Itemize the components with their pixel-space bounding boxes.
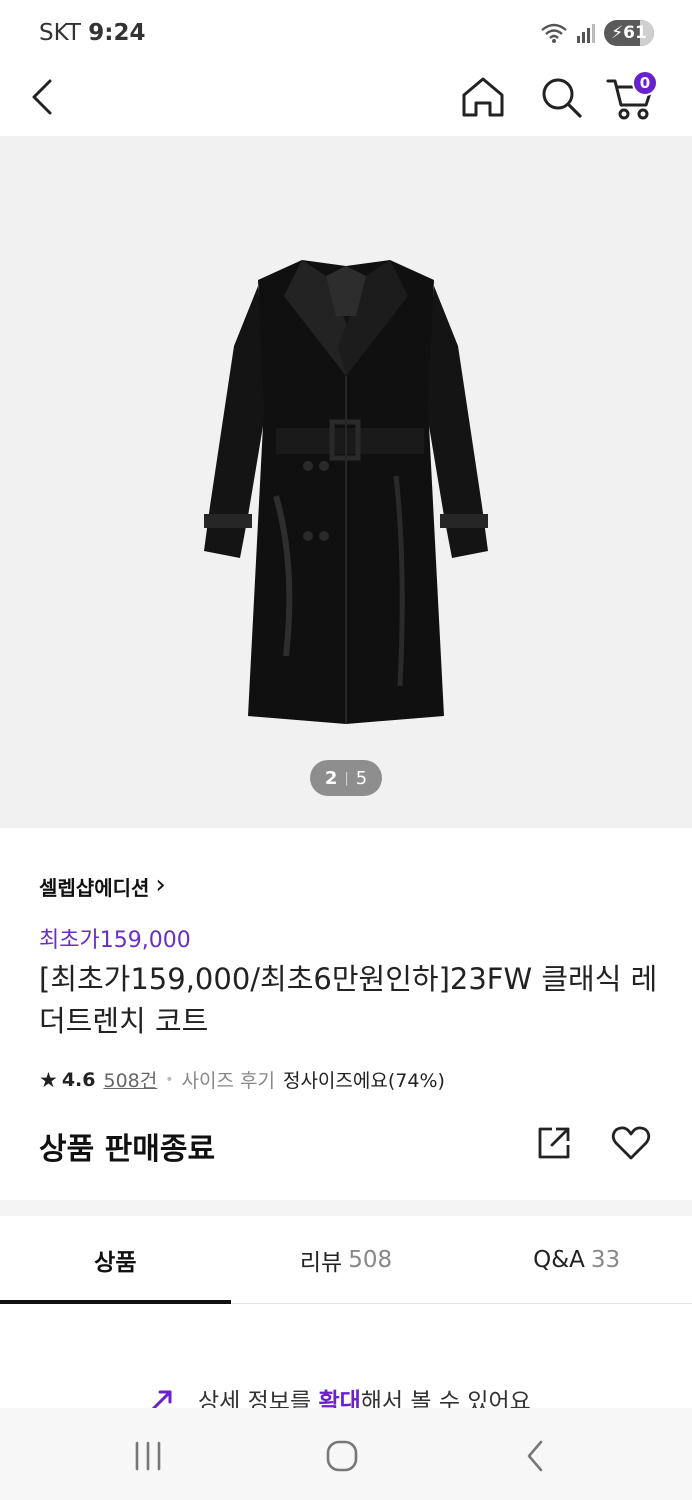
share-icon — [538, 1127, 570, 1159]
tab-qna[interactable]: Q&A 33 — [461, 1216, 692, 1303]
recent-apps-button[interactable] — [124, 1432, 172, 1480]
brand-name: 셀렙샵에디션 — [39, 876, 150, 900]
brand-link[interactable]: 셀렙샵에디션 › — [39, 870, 166, 901]
system-nav-bar — [0, 1408, 692, 1500]
rating-value: 4.6 — [61, 1068, 96, 1091]
product-title: [최초가159,000/최초6만원인하]23FW 클래식 레더트렌치 코트 — [39, 962, 658, 1038]
wifi-icon — [541, 23, 567, 43]
tab-count: 508 — [348, 1246, 393, 1273]
image-index-separator: | — [344, 770, 349, 786]
heart-icon — [611, 1126, 651, 1160]
image-current-index: 2 — [324, 767, 338, 789]
section-divider — [0, 1200, 692, 1216]
like-button[interactable] — [606, 1120, 656, 1166]
review-count-link[interactable]: 508건 — [104, 1066, 158, 1093]
detail-tabs: 상품 리뷰 508 Q&A 33 — [0, 1216, 692, 1304]
search-button[interactable] — [532, 68, 590, 126]
tab-reviews[interactable]: 리뷰 508 — [231, 1216, 462, 1303]
system-home-button[interactable] — [318, 1432, 366, 1480]
recent-apps-icon — [135, 1441, 161, 1471]
size-review-value: 정사이즈에요(74%) — [282, 1070, 445, 1092]
status-icons: ⚡ 61 — [540, 20, 654, 46]
home-button[interactable] — [454, 68, 512, 126]
sale-status: 상품 판매종료 — [39, 1132, 216, 1167]
tab-product[interactable]: 상품 — [0, 1216, 231, 1304]
promo-price-text: 최초가159,000 — [39, 928, 191, 953]
share-button[interactable] — [531, 1120, 577, 1166]
image-page-indicator: 2 | 5 — [310, 760, 382, 796]
signal-icon — [577, 24, 595, 43]
clock: 9:24 — [88, 20, 146, 46]
image-total-count: 5 — [355, 767, 368, 789]
product-info: 셀렙샵에디션 › 최초가159,000 [최초가159,000/최초6만원인하]… — [0, 828, 692, 1200]
star-icon: ★ — [39, 1067, 58, 1092]
product-image-carousel[interactable]: 2 | 5 — [0, 136, 692, 828]
tab-label: 상품 — [94, 1249, 137, 1276]
cart-count-badge: 0 — [632, 70, 658, 96]
home-circle-icon — [326, 1440, 358, 1472]
back-button[interactable] — [14, 68, 72, 126]
top-nav: 0 — [0, 68, 692, 136]
battery-indicator: ⚡ 61 — [604, 20, 654, 46]
separator-dot: • — [165, 1071, 174, 1088]
product-image — [204, 260, 488, 724]
battery-level: 61 — [623, 23, 647, 43]
back-chevron-icon — [527, 1440, 543, 1472]
carrier-name: SKT — [39, 20, 81, 46]
home-icon — [462, 77, 504, 117]
status-bar: SKT 9:24 ⚡ 61 — [0, 0, 692, 68]
status-carrier-time: SKT 9:24 — [39, 20, 145, 46]
search-icon — [542, 78, 582, 118]
charging-icon: ⚡ — [611, 23, 624, 43]
cart-button[interactable]: 0 — [602, 68, 660, 126]
size-review-label: 사이즈 후기 — [181, 1070, 275, 1092]
chevron-right-icon: › — [155, 870, 166, 900]
tab-label: Q&A — [533, 1246, 585, 1273]
back-arrow-icon — [32, 79, 52, 115]
tab-count: 33 — [590, 1246, 621, 1273]
system-back-button[interactable] — [512, 1432, 560, 1480]
tab-label: 리뷰 — [299, 1249, 343, 1276]
rating-row: ★ 4.6 508건 • 사이즈 후기 정사이즈에요(74%) — [39, 1066, 445, 1093]
